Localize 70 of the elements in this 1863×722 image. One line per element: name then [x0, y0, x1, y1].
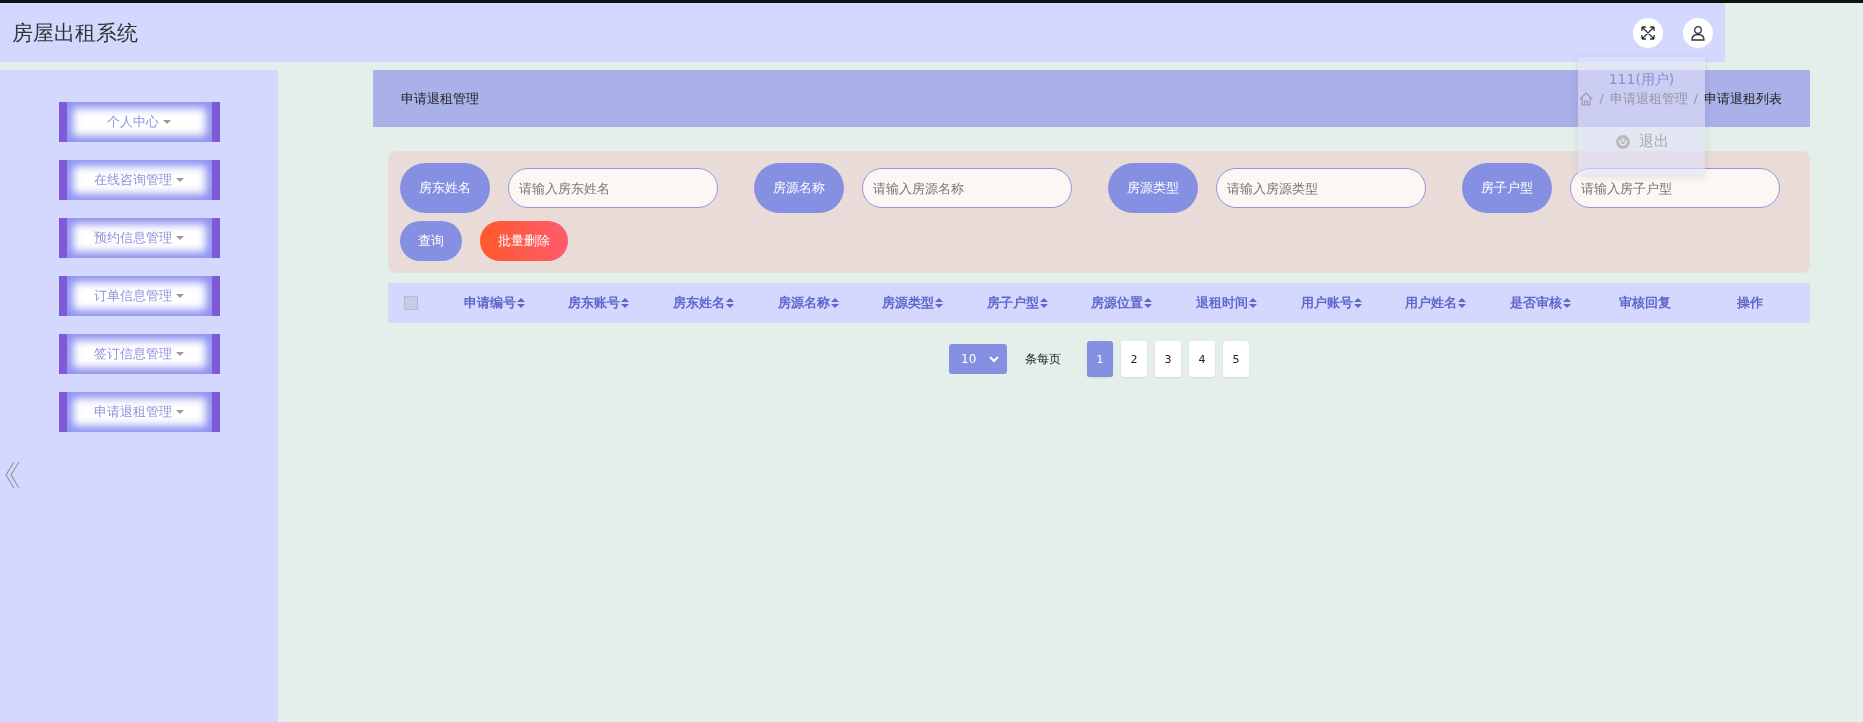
sidebar-menu-item[interactable]: 个人中心	[58, 102, 220, 142]
caret-icon	[163, 120, 171, 124]
page-size-label: 条每页	[1025, 350, 1061, 368]
sidebar-menu-item[interactable]: 签订信息管理	[58, 334, 220, 374]
caret-icon	[176, 294, 184, 298]
page-size-select[interactable]: 10	[949, 344, 1007, 374]
user-name: 111(用户)	[1608, 71, 1675, 89]
search-label: 房源类型	[1108, 163, 1198, 213]
fullscreen-icon	[1641, 25, 1655, 40]
user-button[interactable]	[1683, 17, 1713, 48]
home-icon[interactable]	[1579, 91, 1594, 106]
sort-icon	[516, 298, 525, 308]
sort-icon	[830, 298, 839, 308]
column-header[interactable]: 房源类型	[860, 294, 966, 312]
page-button[interactable]: 2	[1121, 341, 1147, 377]
search-field[interactable]: 请输入房源类型	[1216, 168, 1426, 208]
sidebar-menu-item[interactable]: 在线咨询管理	[58, 160, 220, 200]
search-field[interactable]: 请输入房东姓名	[508, 168, 718, 208]
search-label: 房源名称	[754, 163, 844, 213]
sort-icon	[1039, 298, 1048, 308]
search-field[interactable]: 请输入房源名称	[862, 168, 1072, 208]
column-header[interactable]: 是否审核	[1488, 294, 1593, 312]
collapse-icon[interactable]	[4, 460, 20, 490]
breadcrumb-separator: /	[1693, 91, 1698, 106]
column-header[interactable]: 退租时间	[1174, 294, 1279, 312]
sidebar-menu-item[interactable]: 申请退租管理	[58, 392, 220, 432]
sort-icon	[1249, 298, 1258, 308]
column-header[interactable]: 房东姓名	[651, 294, 756, 312]
page-button[interactable]: 1	[1087, 341, 1113, 377]
sort-icon	[1353, 298, 1362, 308]
page-button[interactable]: 4	[1189, 341, 1215, 377]
sort-icon	[1458, 298, 1467, 308]
search-field[interactable]: 请输入房子户型	[1570, 168, 1780, 208]
column-header[interactable]: 房源位置	[1069, 294, 1175, 312]
page-button[interactable]: 5	[1223, 341, 1249, 377]
search-label: 房东姓名	[400, 163, 490, 213]
breadcrumb-link[interactable]: 申请退租列表	[1704, 89, 1782, 108]
page-button[interactable]: 3	[1155, 341, 1181, 377]
column-header[interactable]: 用户姓名	[1383, 294, 1489, 312]
caret-icon	[176, 236, 184, 240]
sort-icon	[935, 298, 944, 308]
column-header[interactable]: 房东账号	[546, 294, 652, 312]
column-header[interactable]: 房子户型	[965, 294, 1070, 312]
sort-icon	[621, 298, 630, 308]
sort-icon	[1562, 298, 1571, 308]
column-header[interactable]: 审核回复	[1592, 294, 1698, 312]
sort-icon	[1144, 298, 1153, 308]
fullscreen-button[interactable]	[1633, 17, 1663, 48]
column-header[interactable]: 房源名称	[755, 294, 861, 312]
chevron-down-icon	[989, 355, 999, 363]
breadcrumb-separator: /	[1599, 91, 1604, 106]
column-header[interactable]: 申请编号	[442, 294, 547, 312]
sort-icon	[726, 298, 734, 308]
power-icon	[1614, 133, 1631, 150]
app-title: 房屋出租系统	[12, 19, 139, 47]
caret-icon	[176, 178, 184, 182]
sidebar-menu-item[interactable]: 订单信息管理	[58, 276, 220, 316]
logout-menu-item[interactable]: 退出	[1614, 132, 1669, 151]
batch-delete-button[interactable]: 批量删除	[480, 221, 568, 261]
caret-icon	[176, 410, 184, 414]
query-button[interactable]: 查询	[400, 221, 462, 261]
select-all-checkbox[interactable]	[404, 296, 418, 310]
caret-icon	[176, 352, 184, 356]
column-header[interactable]: 操作	[1697, 294, 1802, 312]
breadcrumb-link[interactable]: 申请退租管理	[1609, 89, 1688, 108]
sidebar-menu-item[interactable]: 预约信息管理	[58, 218, 220, 258]
column-header[interactable]: 用户账号	[1278, 294, 1384, 312]
user-icon	[1690, 24, 1706, 41]
page-title: 申请退租管理	[401, 89, 479, 108]
search-label: 房子户型	[1462, 163, 1552, 213]
